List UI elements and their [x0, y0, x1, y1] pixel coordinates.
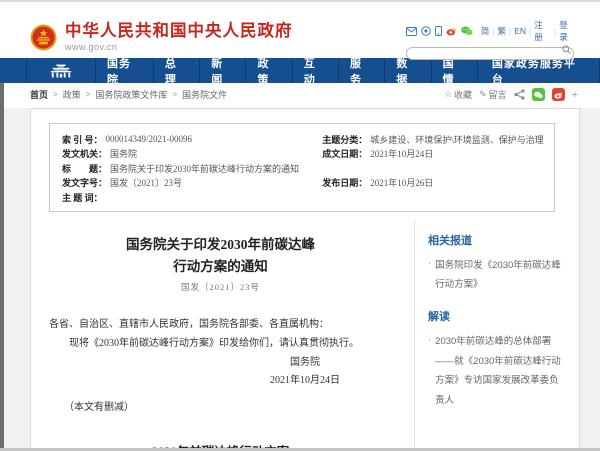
- mobile-icon[interactable]: [435, 26, 442, 36]
- gov-cn-page: 中华人民共和国中央人民政府 www.gov.cn: [0, 0, 600, 451]
- signer: 国务院: [270, 354, 340, 372]
- weibo-share-icon[interactable]: [552, 88, 565, 101]
- meta-doc-number: 发文字号： 国发〔2021〕23号: [62, 176, 322, 191]
- abridged-note: （本文有删减）: [49, 390, 392, 417]
- link-traditional[interactable]: 繁: [497, 25, 506, 37]
- crumb-separator: >: [86, 90, 91, 99]
- link-english[interactable]: EN: [514, 26, 526, 36]
- nav-home[interactable]: [26, 58, 96, 83]
- meta-title: 标 题： 国务院关于印发2030年前碳达峰行动方案的通知: [62, 161, 322, 176]
- content-background: 索 引 号： 000014349/2021-00096 发文机关： 国务院 标 …: [0, 108, 600, 451]
- more-tools-button[interactable]: +: [572, 89, 578, 101]
- interpretation-heading: 解读: [428, 308, 565, 324]
- nav-item-state-council[interactable]: 国务院: [96, 58, 154, 83]
- national-emblem-icon: [30, 24, 57, 51]
- crumb-policy-library[interactable]: 国务院政策文件库: [95, 88, 167, 101]
- main-nav: 国务院 总理 新闻 政策 互动 服务 数据 国情 国家政务服务平台: [0, 58, 600, 83]
- wechat-icon[interactable]: [461, 26, 473, 36]
- mail-icon[interactable]: [406, 27, 417, 36]
- site-url: www.gov.cn: [65, 42, 293, 52]
- site-brand[interactable]: 中华人民共和国中央人民政府 www.gov.cn: [30, 22, 293, 52]
- bullet-icon: ·: [428, 256, 431, 295]
- related-reports-heading: 相关报道: [428, 232, 565, 248]
- crumb-home[interactable]: 首页: [30, 88, 48, 101]
- nav-item-national-conditions[interactable]: 国情: [432, 58, 478, 83]
- document-paragraph: 现将《2030年前碳达峰行动方案》印发给你们，请认真贯彻执行。: [49, 334, 392, 353]
- language-account-links: 简| 繁| EN| 注册| 登录: [481, 19, 576, 43]
- document-salutation: 各省、自治区、直辖市人民政府，国务院各部委、各直属机构：: [49, 315, 392, 334]
- search-icon[interactable]: [562, 45, 571, 54]
- link-register[interactable]: 注册: [534, 19, 551, 43]
- rss-icon[interactable]: [421, 26, 431, 36]
- star-icon: ☆: [444, 89, 452, 100]
- nav-item-news[interactable]: 新闻: [200, 58, 246, 83]
- meta-publish-date: 发布日期： 2021年10月26日: [322, 176, 544, 191]
- crumb-state-council-docs: 国务院文件: [182, 88, 227, 101]
- share-icon[interactable]: [514, 89, 525, 100]
- document-title: 国务院关于印发2030年前碳达峰 行动方案的通知: [49, 234, 392, 279]
- nav-item-policy[interactable]: 政策: [246, 58, 292, 83]
- meta-keywords: 主 题 词：: [62, 190, 322, 205]
- crumb-policy[interactable]: 政策: [63, 88, 81, 101]
- pencil-icon: ✎: [479, 89, 487, 100]
- comment-button[interactable]: ✎ 留言: [479, 88, 507, 101]
- nav-item-interaction[interactable]: 互动: [293, 58, 339, 83]
- page-tools: ☆ 收藏 ✎ 留言: [444, 88, 578, 101]
- site-header: 中华人民共和国中央人民政府 www.gov.cn: [0, 0, 600, 58]
- nav-item-premier[interactable]: 总理: [154, 58, 200, 83]
- meta-index-number: 索 引 号： 000014349/2021-00096: [62, 132, 322, 147]
- nav-item-data[interactable]: 数据: [385, 58, 431, 83]
- sign-date: 2021年10月24日: [270, 372, 340, 390]
- signature-block: 国务院 2021年10月24日: [270, 354, 340, 390]
- meta-written-date: 成文日期： 2021年10月24日: [322, 147, 544, 162]
- nav-item-gov-service-platform[interactable]: 国家政务服务平台: [478, 58, 600, 83]
- site-search-input[interactable]: [406, 47, 574, 60]
- site-title: 中华人民共和国中央人民政府: [65, 22, 293, 40]
- crumb-separator: >: [172, 90, 177, 99]
- header-utilities: 简| 繁| EN| 注册| 登录: [406, 25, 576, 61]
- meta-subject-category: 主题分类： 城乡建设、环境保护\环境监测、保护与治理: [322, 132, 544, 147]
- tiananmen-home-icon: [49, 64, 73, 78]
- link-login[interactable]: 登录: [559, 19, 576, 43]
- interpretation-link[interactable]: · 2030年前碳达峰的总体部署——就《2030年前碳达峰行动方案》专访国家发展…: [428, 332, 565, 410]
- wechat-share-icon[interactable]: [532, 88, 545, 101]
- link-simplified[interactable]: 简: [481, 25, 490, 37]
- meta-issuing-agency: 发文机关： 国务院: [62, 147, 322, 162]
- related-sidebar: 相关报道 · 国务院印发《2030年前碳达峰行动方案》 解读 · 2030年前碳…: [414, 220, 579, 451]
- document-panel: 索 引 号： 000014349/2021-00096 发文机关： 国务院 标 …: [30, 108, 580, 451]
- window-top-edge: [0, 0, 600, 2]
- document-number: 国发〔2021〕23号: [49, 281, 392, 293]
- document-meta-box: 索 引 号： 000014349/2021-00096 发文机关： 国务院 标 …: [49, 123, 555, 212]
- related-report-link[interactable]: · 国务院印发《2030年前碳达峰行动方案》: [428, 256, 565, 295]
- window-left-edge: [0, 83, 4, 451]
- weibo-icon[interactable]: [446, 26, 457, 36]
- favorite-button[interactable]: ☆ 收藏: [444, 88, 472, 101]
- crumb-separator: >: [53, 90, 58, 99]
- breadcrumb: 首页 > 政策 > 国务院政策文件库 > 国务院文件: [30, 88, 227, 101]
- document-body: 国务院关于印发2030年前碳达峰 行动方案的通知 国发〔2021〕23号 各省、…: [31, 220, 414, 451]
- bullet-icon: ·: [428, 332, 431, 410]
- meta-empty-row: [322, 161, 544, 176]
- nav-item-services[interactable]: 服务: [339, 58, 385, 83]
